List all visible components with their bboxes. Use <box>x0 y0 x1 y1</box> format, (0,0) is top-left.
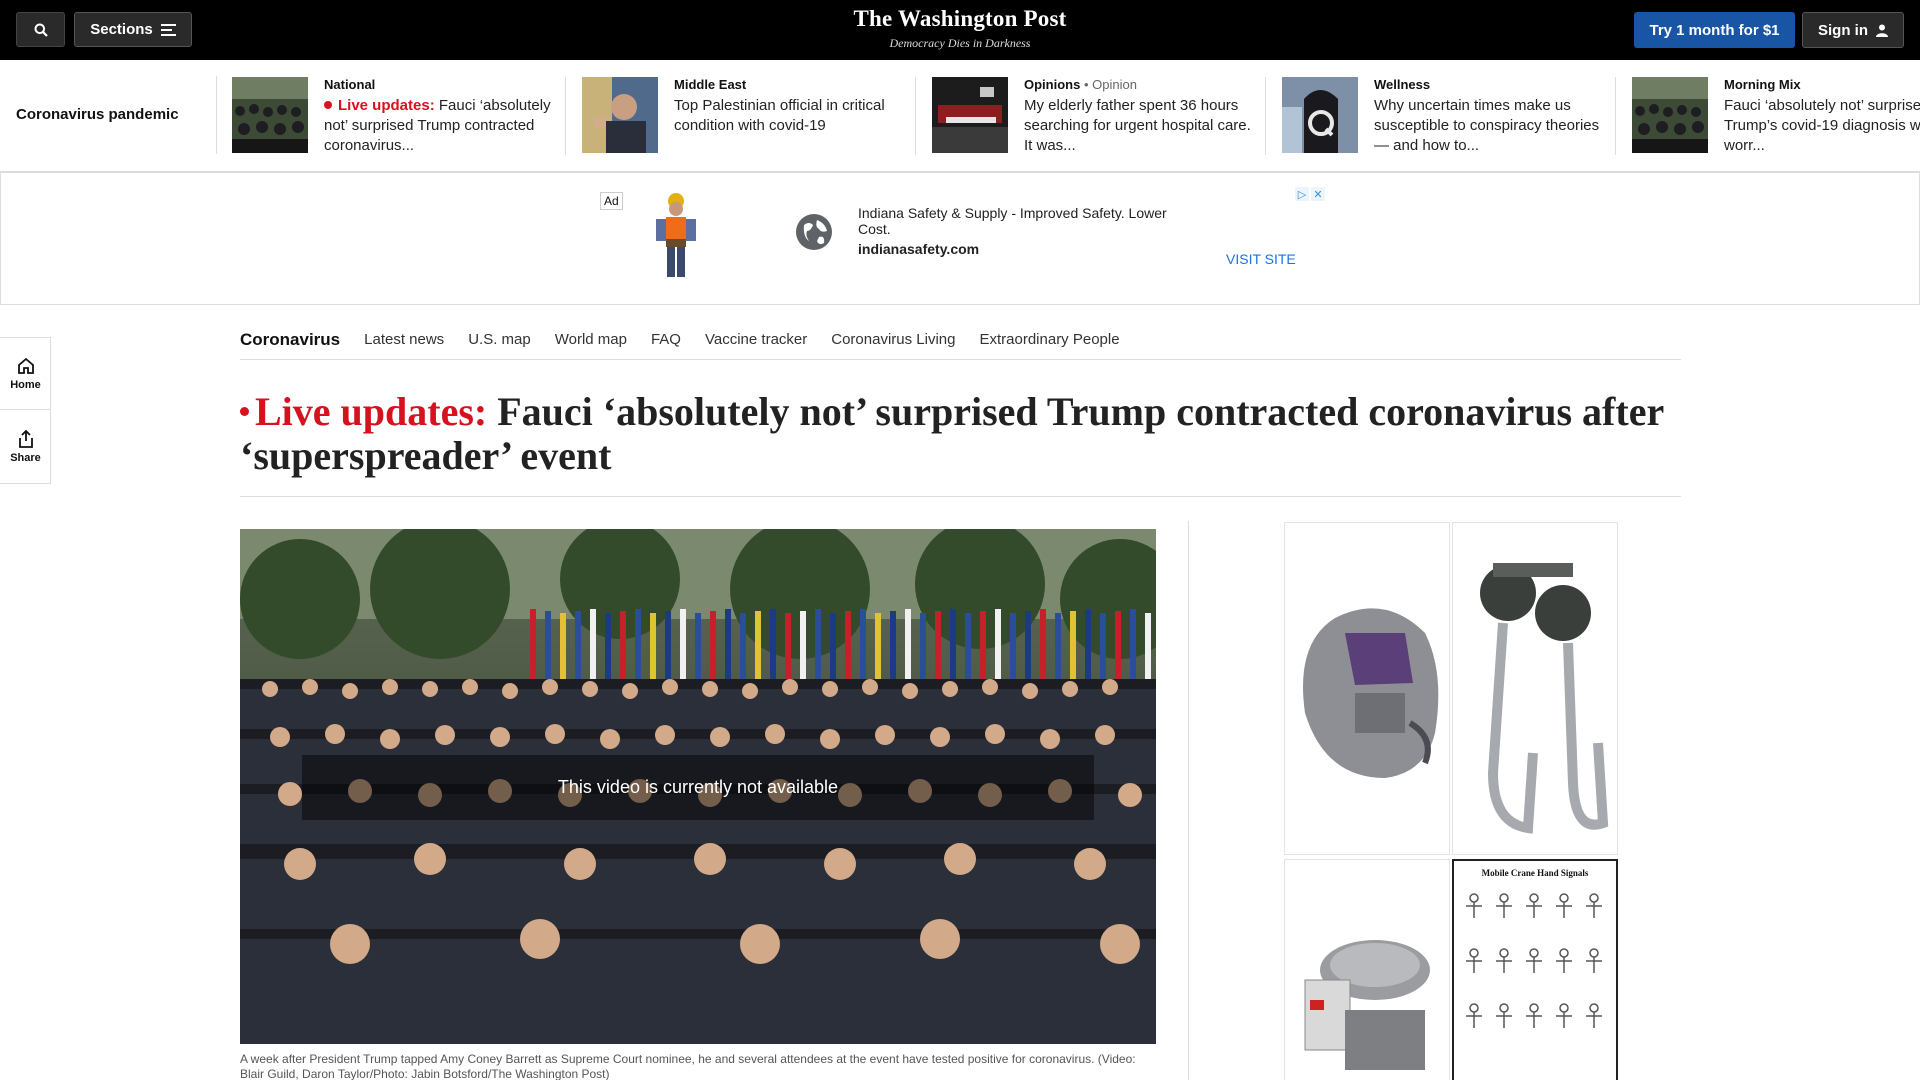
nav-link-latest-news[interactable]: Latest news <box>364 331 444 348</box>
home-icon <box>17 357 34 374</box>
story-headline: Why uncertain times make us susceptible … <box>1374 97 1600 154</box>
story-headline: Top Palestinian official in critical con… <box>674 97 885 134</box>
section-nav: Coronavirus Latest news U.S. map World m… <box>240 320 1681 360</box>
strip-story[interactable]: National Live updates: Fauci ‘absolutely… <box>216 77 566 155</box>
ad-product-tile[interactable] <box>1284 859 1450 1080</box>
story-kicker: Morning Mix <box>1724 77 1801 92</box>
story-kicker: Middle East <box>674 77 747 92</box>
share-button[interactable]: Share <box>0 411 51 483</box>
story-thumbnail <box>1632 77 1708 153</box>
section-title[interactable]: Coronavirus <box>240 330 340 350</box>
video-unavailable-message: This video is currently not available <box>302 755 1094 820</box>
sidebar-ad[interactable]: ▷ ✕ <box>1284 522 1618 1080</box>
adchoices-icon[interactable]: ▷ <box>1295 187 1309 201</box>
share-rail: Home Share <box>0 337 51 484</box>
nav-link-coronavirus-living[interactable]: Coronavirus Living <box>831 331 955 348</box>
sections-label: Sections <box>90 21 153 38</box>
home-label: Home <box>10 378 41 391</box>
search-button[interactable] <box>16 12 65 47</box>
ad-product-tile[interactable] <box>1452 522 1618 855</box>
ad-banner[interactable]: Ad Indiana Safety & Supply - Improved Sa… <box>0 172 1920 305</box>
live-label: Live updates: <box>255 389 488 434</box>
story-headline: My elderly father spent 36 hours searchi… <box>1024 97 1251 154</box>
video-player[interactable]: This video is currently not available <box>240 529 1156 1044</box>
nav-link-us-map[interactable]: U.S. map <box>468 331 531 348</box>
search-icon <box>34 23 48 37</box>
nav-link-extraordinary-people[interactable]: Extraordinary People <box>979 331 1119 348</box>
ad-product-tile[interactable]: Mobile Crane Hand Signals <box>1452 859 1618 1080</box>
ad-site-url[interactable]: indianasafety.com <box>858 241 1188 257</box>
menu-icon <box>160 23 176 36</box>
page: Sections The Washington Post Democracy D… <box>0 0 1920 1080</box>
subscribe-button[interactable]: Try 1 month for $1 <box>1634 12 1795 48</box>
nav-link-world-map[interactable]: World map <box>555 331 627 348</box>
nav-link-vaccine-tracker[interactable]: Vaccine tracker <box>705 331 807 348</box>
story-kicker: Opinions • Opinion <box>1024 77 1254 92</box>
ad-label: Ad <box>600 192 623 210</box>
share-label: Share <box>10 452 41 464</box>
sign-in-button[interactable]: Sign in <box>1802 12 1904 48</box>
strip-story[interactable]: Opinions • Opinion My elderly father spe… <box>916 77 1266 155</box>
live-dot-icon <box>324 101 332 109</box>
divider <box>1188 521 1189 1080</box>
live-dot-icon <box>240 407 249 416</box>
logo-tagline: Democracy Dies in Darkness <box>889 36 1031 50</box>
worker-image <box>656 193 696 277</box>
home-button[interactable]: Home <box>0 338 51 410</box>
user-icon <box>1876 24 1888 37</box>
crane-chart-title: Mobile Crane Hand Signals <box>1481 868 1589 878</box>
sign-in-label: Sign in <box>1818 21 1868 39</box>
nav-link-faq[interactable]: FAQ <box>651 331 681 348</box>
top-header: Sections The Washington Post Democracy D… <box>0 0 1920 60</box>
visit-site-link[interactable]: VISIT SITE <box>1226 251 1296 267</box>
opinion-label: • Opinion <box>1083 77 1137 92</box>
welding-helmet-image <box>1303 608 1439 778</box>
story-thumbnail <box>582 77 658 153</box>
safety-lanyard-image <box>1480 563 1609 834</box>
divider <box>240 496 1681 497</box>
welding-positioner-image <box>1304 940 1430 1070</box>
strip-label[interactable]: Coronavirus pandemic <box>16 106 179 123</box>
sections-button[interactable]: Sections <box>74 12 192 47</box>
story-kicker: National <box>324 77 376 92</box>
story-kicker: Wellness <box>1374 77 1431 92</box>
story-thumbnail <box>1282 77 1358 153</box>
story-headline: Live updates: Fauci ‘absolutely not’ sur… <box>324 96 554 156</box>
site-logo[interactable]: The Washington Post Democracy Dies in Da… <box>760 6 1160 51</box>
strip-story[interactable]: Wellness Why uncertain times make us sus… <box>1266 77 1616 155</box>
ad-product-tile[interactable] <box>1284 522 1450 855</box>
story-thumbnail <box>932 77 1008 153</box>
globe-icon <box>796 214 832 250</box>
strip-story[interactable]: Middle East Top Palestinian official in … <box>566 77 916 155</box>
story-thumbnail <box>232 77 308 153</box>
live-label: Live updates: <box>338 97 435 114</box>
story-headline: Fauci ‘absolutely not’ surprised by Trum… <box>1724 97 1920 154</box>
story-kicker-section: Opinions <box>1024 77 1081 92</box>
ad-choices[interactable]: ▷ ✕ <box>1295 187 1325 201</box>
logo-wordmark: The Washington Post <box>853 6 1067 31</box>
close-icon[interactable]: ✕ <box>1311 187 1325 201</box>
article-headline: Live updates: Fauci ‘absolutely not’ sur… <box>240 390 1681 478</box>
video-caption: A week after President Trump tapped Amy … <box>240 1052 1136 1080</box>
ad-title: Indiana Safety & Supply - Improved Safet… <box>858 205 1167 237</box>
crane-signals-chart-image <box>1466 893 1602 1028</box>
strip-story[interactable]: Morning Mix Fauci ‘absolutely not’ surpr… <box>1616 77 1920 155</box>
share-icon <box>18 430 33 448</box>
ad-copy: Indiana Safety & Supply - Improved Safet… <box>858 205 1188 257</box>
story-strip: Coronavirus pandemic National Live updat… <box>0 60 1920 172</box>
